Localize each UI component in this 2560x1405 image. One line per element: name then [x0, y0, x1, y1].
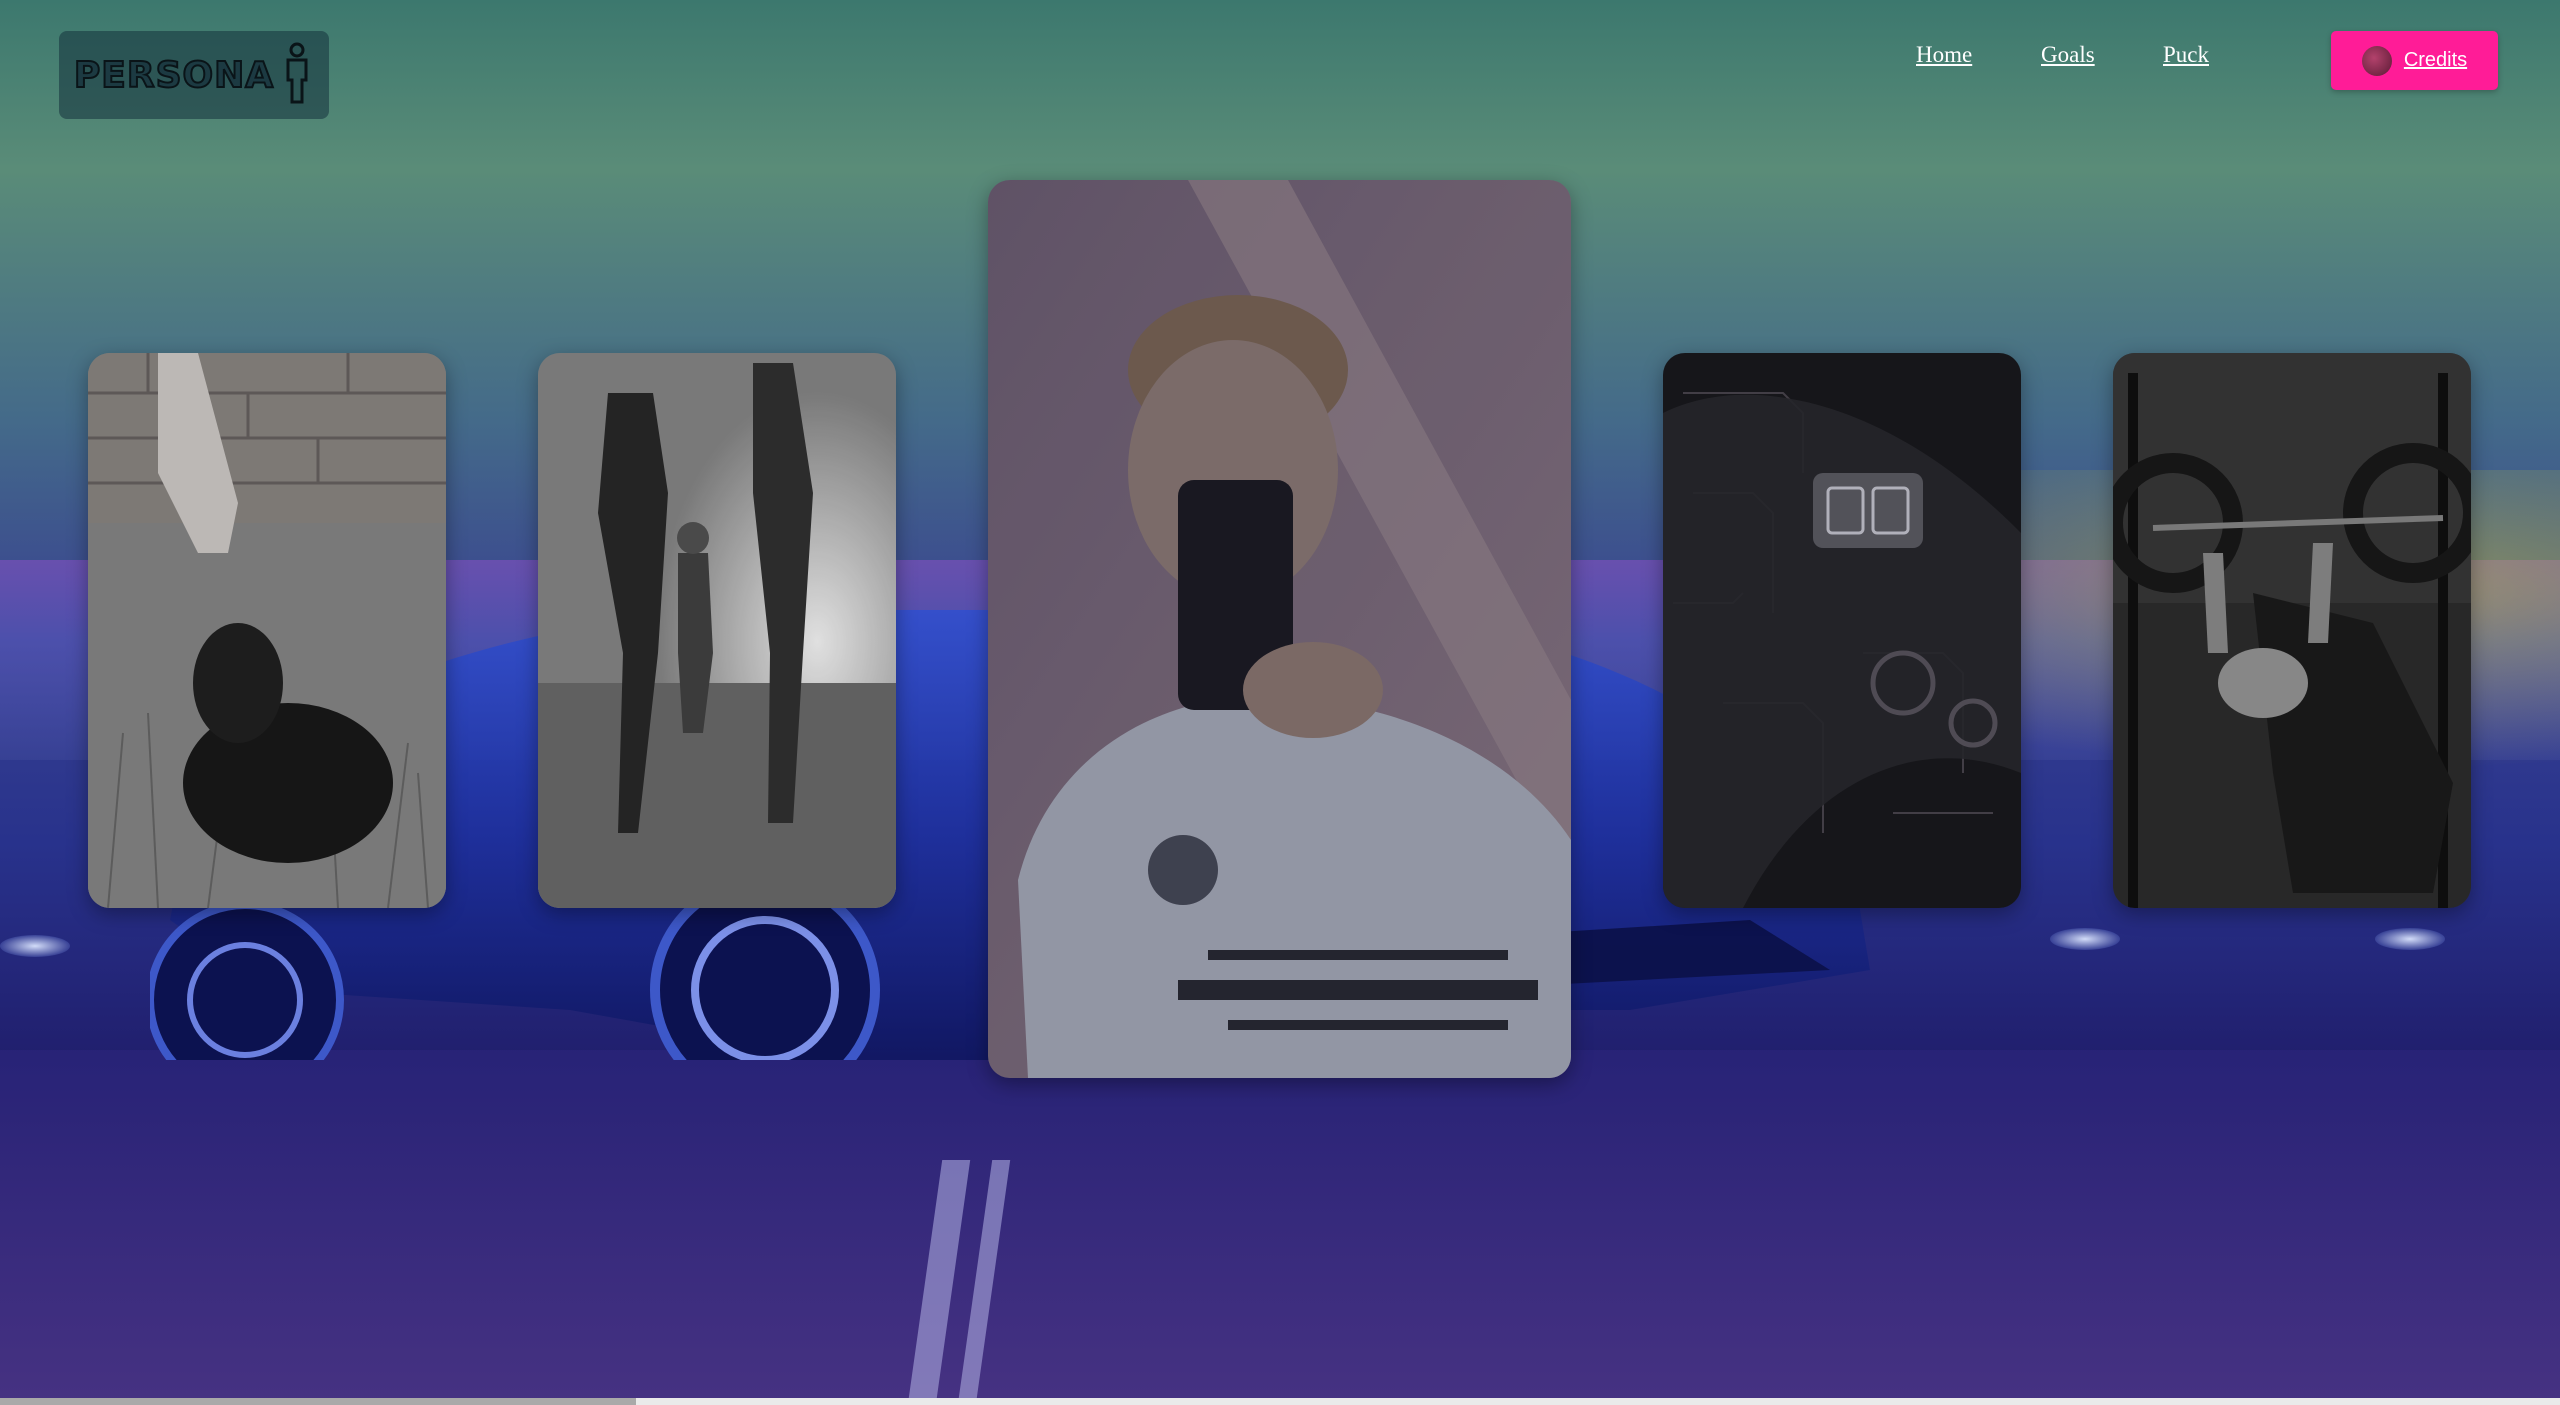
carousel-card-gym[interactable] [2113, 353, 2471, 908]
nav-link-puck[interactable]: Puck [2163, 42, 2209, 68]
carousel-card-family[interactable] [538, 353, 896, 908]
avatar-icon [2361, 45, 2392, 76]
carousel-card-controller[interactable] [1663, 353, 2021, 908]
nav-link-home[interactable]: Home [1916, 42, 1972, 68]
carousel-card-selfie[interactable] [988, 180, 1571, 1078]
person-icon [280, 42, 314, 109]
credits-button[interactable]: Credits [2331, 31, 2498, 90]
logo[interactable]: PERSONA [59, 31, 329, 119]
horizontal-scrollbar[interactable] [0, 1398, 2560, 1405]
carousel-card-dog[interactable] [88, 353, 446, 908]
scrollbar-thumb[interactable] [0, 1398, 636, 1405]
nav-link-goals[interactable]: Goals [2041, 42, 2095, 68]
logo-text: PERSONA [73, 54, 275, 97]
credits-label: Credits [2403, 49, 2468, 71]
